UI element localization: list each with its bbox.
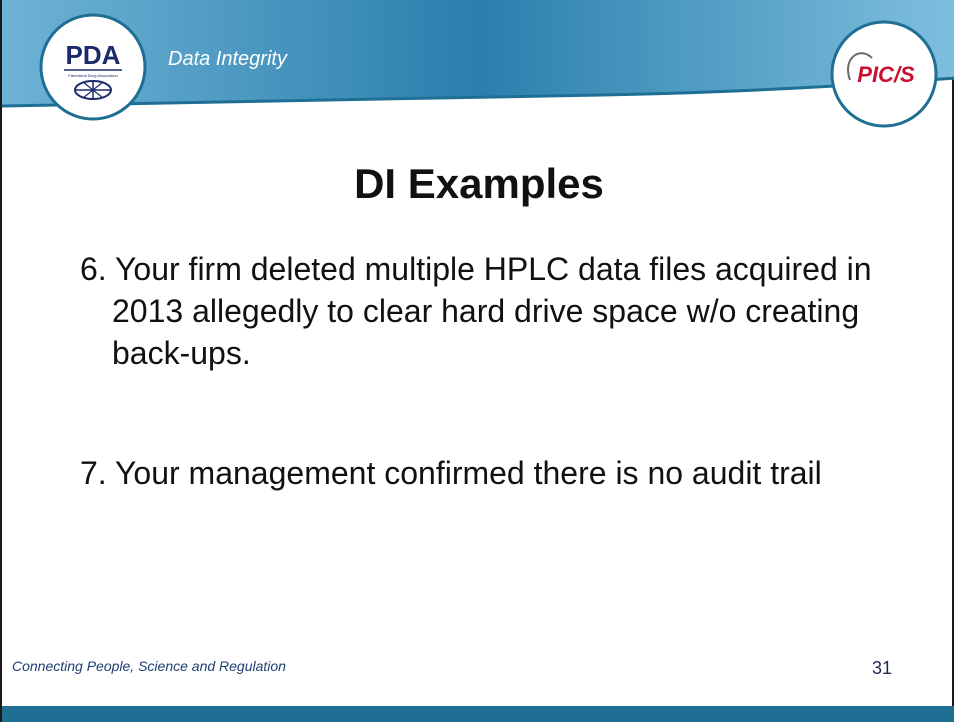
example-list: 6. Your firm deleted multiple HPLC data …	[80, 248, 920, 494]
pics-logo: PIC/S	[820, 18, 948, 130]
svg-text:Parenteral Drug Association: Parenteral Drug Association	[68, 73, 118, 78]
svg-text:PDA: PDA	[66, 40, 121, 70]
footer-band	[2, 706, 954, 722]
pda-logo: PDA Parenteral Drug Association	[38, 12, 148, 122]
example-item-7: 7. Your management confirmed there is no…	[80, 455, 822, 491]
page-number: 31	[871, 658, 892, 678]
svg-text:PIC/S: PIC/S	[857, 62, 915, 87]
slide: PDA Parenteral Drug Association Data Int…	[0, 0, 954, 722]
example-item-6: 6. Your firm deleted multiple HPLC data …	[80, 251, 872, 371]
slide-title: DI Examples	[354, 160, 604, 207]
section-title: Data Integrity	[168, 48, 287, 70]
footer-tagline: Connecting People, Science and Regulatio…	[12, 658, 286, 674]
